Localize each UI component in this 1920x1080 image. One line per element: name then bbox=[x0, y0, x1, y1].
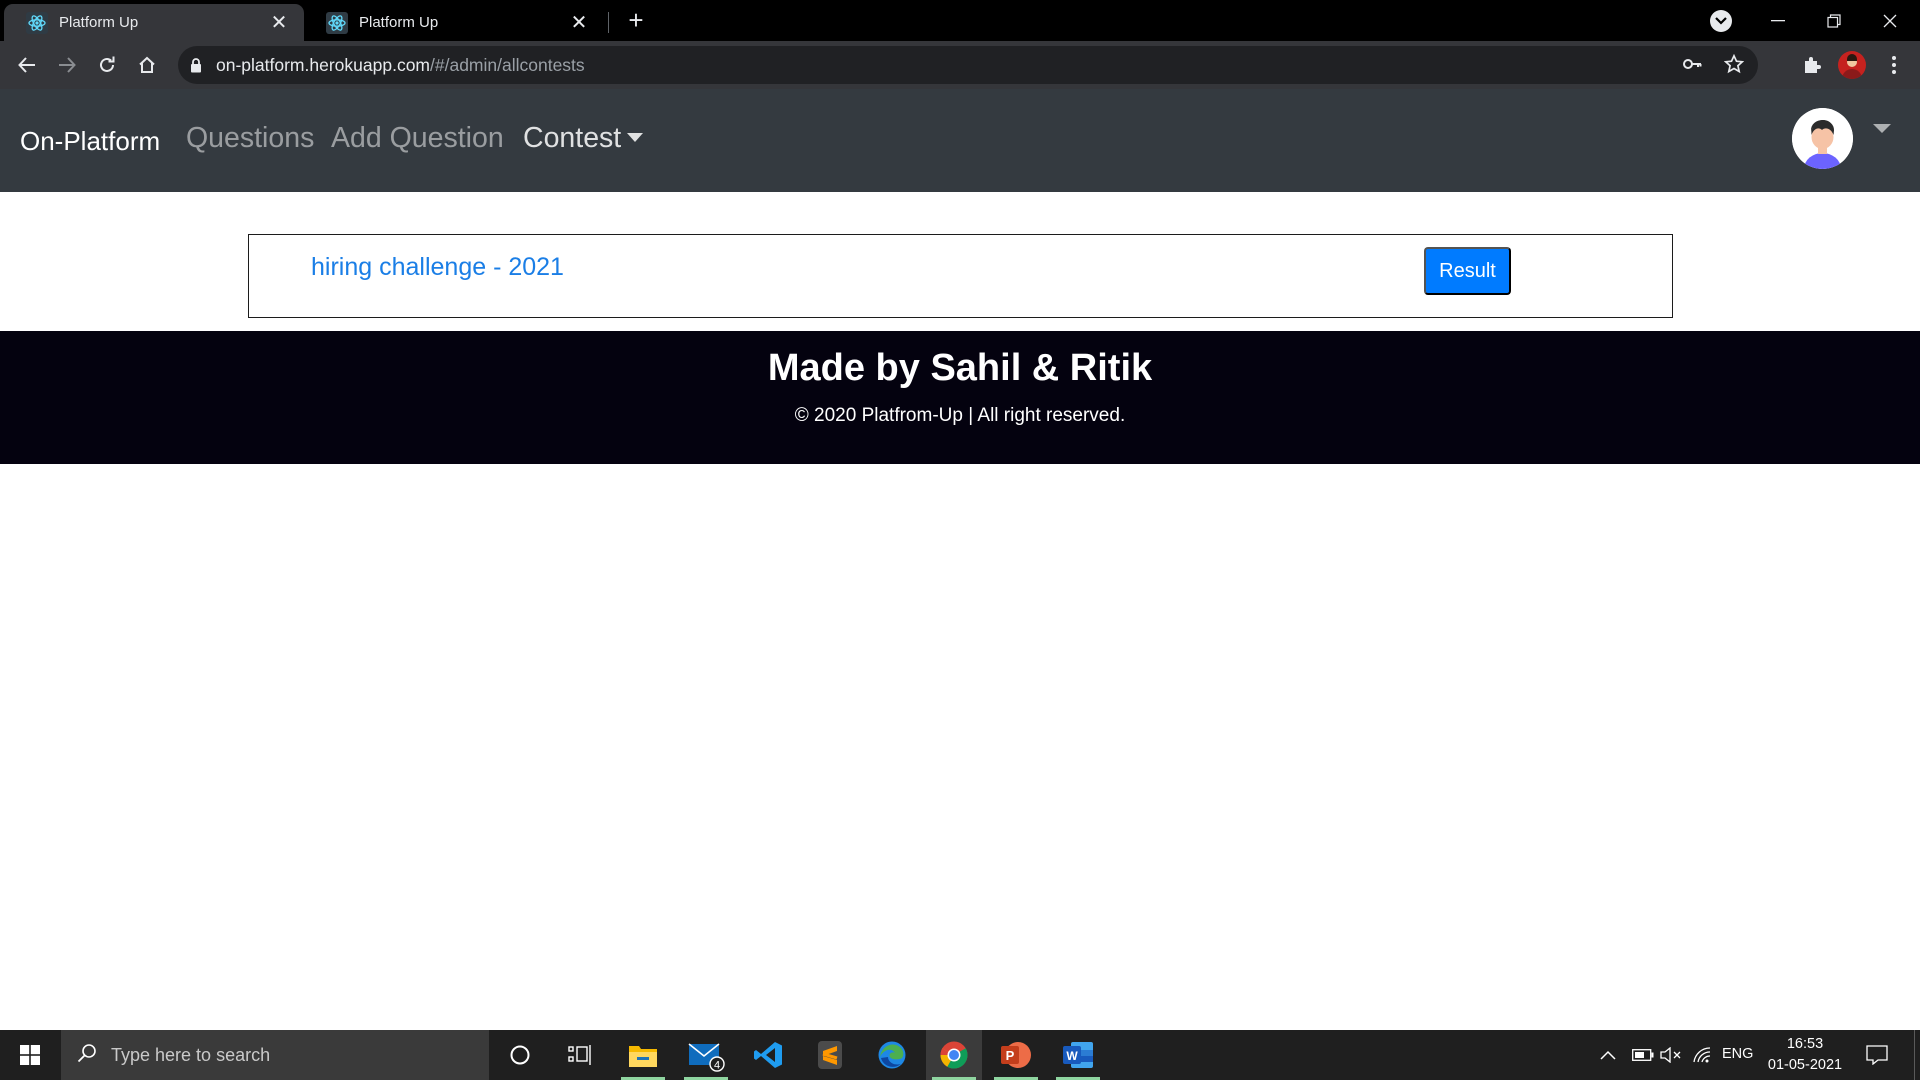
app-navbar: On-Platform Questions Add Question Conte… bbox=[0, 89, 1920, 192]
address-bar[interactable]: on-platform.herokuapp.com/#/admin/allcon… bbox=[178, 46, 1758, 84]
close-window-button[interactable] bbox=[1862, 0, 1918, 41]
taskbar-clock[interactable]: 16:53 01-05-2021 bbox=[1760, 1034, 1850, 1076]
browser-tab-active[interactable]: Platform Up ✕ bbox=[4, 4, 304, 41]
contest-name-link[interactable]: hiring challenge - 2021 bbox=[311, 253, 564, 282]
contest-card: hiring challenge - 2021 Result bbox=[248, 234, 1673, 318]
nav-dropdown-contest[interactable]: Contest bbox=[523, 122, 644, 155]
lock-icon[interactable] bbox=[190, 57, 202, 73]
svg-text:P: P bbox=[1006, 1048, 1015, 1063]
tab-search-button[interactable] bbox=[1710, 10, 1732, 32]
react-favicon-icon bbox=[326, 11, 348, 34]
chevron-down-icon bbox=[627, 132, 644, 142]
key-icon[interactable] bbox=[1682, 54, 1702, 79]
word-icon[interactable]: W bbox=[1050, 1030, 1106, 1080]
browser-tab[interactable]: Platform Up ✕ bbox=[304, 4, 604, 41]
cortana-icon[interactable] bbox=[492, 1030, 548, 1080]
language-indicator[interactable]: ENG bbox=[1722, 1046, 1753, 1062]
navbar-brand[interactable]: On-Platform bbox=[20, 126, 160, 157]
home-icon[interactable] bbox=[131, 49, 163, 81]
footer-title: Made by Sahil & Ritik bbox=[767, 347, 1153, 389]
sublime-icon[interactable] bbox=[802, 1030, 858, 1080]
plus-icon[interactable]: + bbox=[622, 5, 650, 35]
wifi-icon[interactable] bbox=[1692, 1030, 1712, 1080]
url-path: /#/admin/allcontests bbox=[430, 54, 585, 75]
contest-list: hiring challenge - 2021 Result bbox=[0, 192, 1920, 331]
file-explorer-icon[interactable] bbox=[615, 1030, 671, 1080]
vscode-icon[interactable] bbox=[740, 1030, 796, 1080]
user-avatar-icon[interactable] bbox=[1792, 108, 1853, 169]
footer-copyright: © 2020 Platfrom-Up | All right reserved. bbox=[794, 405, 1126, 426]
windows-taskbar: Type here to search 4 P W ENG 16:53 01-0… bbox=[0, 1030, 1920, 1080]
tab-divider bbox=[608, 12, 609, 33]
back-icon[interactable] bbox=[11, 49, 43, 81]
svg-text:W: W bbox=[1066, 1049, 1078, 1063]
url-host: on-platform.herokuapp.com bbox=[216, 54, 430, 75]
menu-icon[interactable] bbox=[1878, 49, 1910, 81]
star-icon[interactable] bbox=[1723, 53, 1745, 79]
browser-toolbar: on-platform.herokuapp.com/#/admin/allcon… bbox=[0, 41, 1920, 89]
tab-title: Platform Up bbox=[59, 14, 139, 31]
browser-tab-strip: Platform Up ✕ Platform Up ✕ + bbox=[0, 0, 1920, 41]
battery-icon[interactable] bbox=[1632, 1030, 1654, 1080]
mail-badge: 4 bbox=[714, 1060, 720, 1072]
clock-time: 16:53 bbox=[1786, 1036, 1824, 1052]
url-text[interactable]: on-platform.herokuapp.com/#/admin/allcon… bbox=[216, 55, 585, 76]
taskbar-search-box[interactable]: Type here to search bbox=[61, 1030, 489, 1080]
task-view-icon[interactable] bbox=[552, 1030, 608, 1080]
windows-start-icon[interactable] bbox=[0, 1030, 60, 1080]
forward-icon[interactable] bbox=[51, 49, 83, 81]
nav-link-add-question[interactable]: Add Question bbox=[331, 122, 504, 155]
profile-icon[interactable] bbox=[1836, 49, 1868, 81]
restore-button[interactable] bbox=[1806, 0, 1862, 41]
close-icon[interactable]: ✕ bbox=[268, 10, 290, 35]
chevron-down-icon[interactable] bbox=[1873, 124, 1891, 133]
tab-title: Platform Up bbox=[359, 14, 439, 31]
search-placeholder: Type here to search bbox=[111, 1044, 271, 1065]
search-icon bbox=[77, 1043, 97, 1068]
powerpoint-icon[interactable]: P bbox=[988, 1030, 1044, 1080]
mail-icon[interactable]: 4 bbox=[678, 1030, 734, 1080]
reload-icon[interactable] bbox=[91, 49, 123, 81]
close-icon[interactable]: ✕ bbox=[568, 10, 590, 35]
volume-muted-icon[interactable] bbox=[1660, 1030, 1682, 1080]
clock-date: 01-05-2021 bbox=[1767, 1057, 1843, 1073]
page-footer: Made by Sahil & Ritik © 2020 Platfrom-Up… bbox=[0, 331, 1920, 464]
extensions-icon[interactable] bbox=[1796, 49, 1828, 81]
nav-contest-label: Contest bbox=[523, 122, 622, 154]
minimize-button[interactable] bbox=[1750, 0, 1806, 41]
chevron-up-icon[interactable] bbox=[1600, 1030, 1616, 1080]
nav-link-questions[interactable]: Questions bbox=[186, 122, 314, 155]
show-desktop-button[interactable] bbox=[1914, 1030, 1920, 1080]
edge-icon[interactable] bbox=[864, 1030, 920, 1080]
chrome-icon[interactable] bbox=[926, 1030, 982, 1080]
result-button[interactable]: Result bbox=[1424, 247, 1511, 295]
react-favicon-icon bbox=[26, 11, 48, 34]
notification-icon[interactable] bbox=[1866, 1030, 1888, 1080]
